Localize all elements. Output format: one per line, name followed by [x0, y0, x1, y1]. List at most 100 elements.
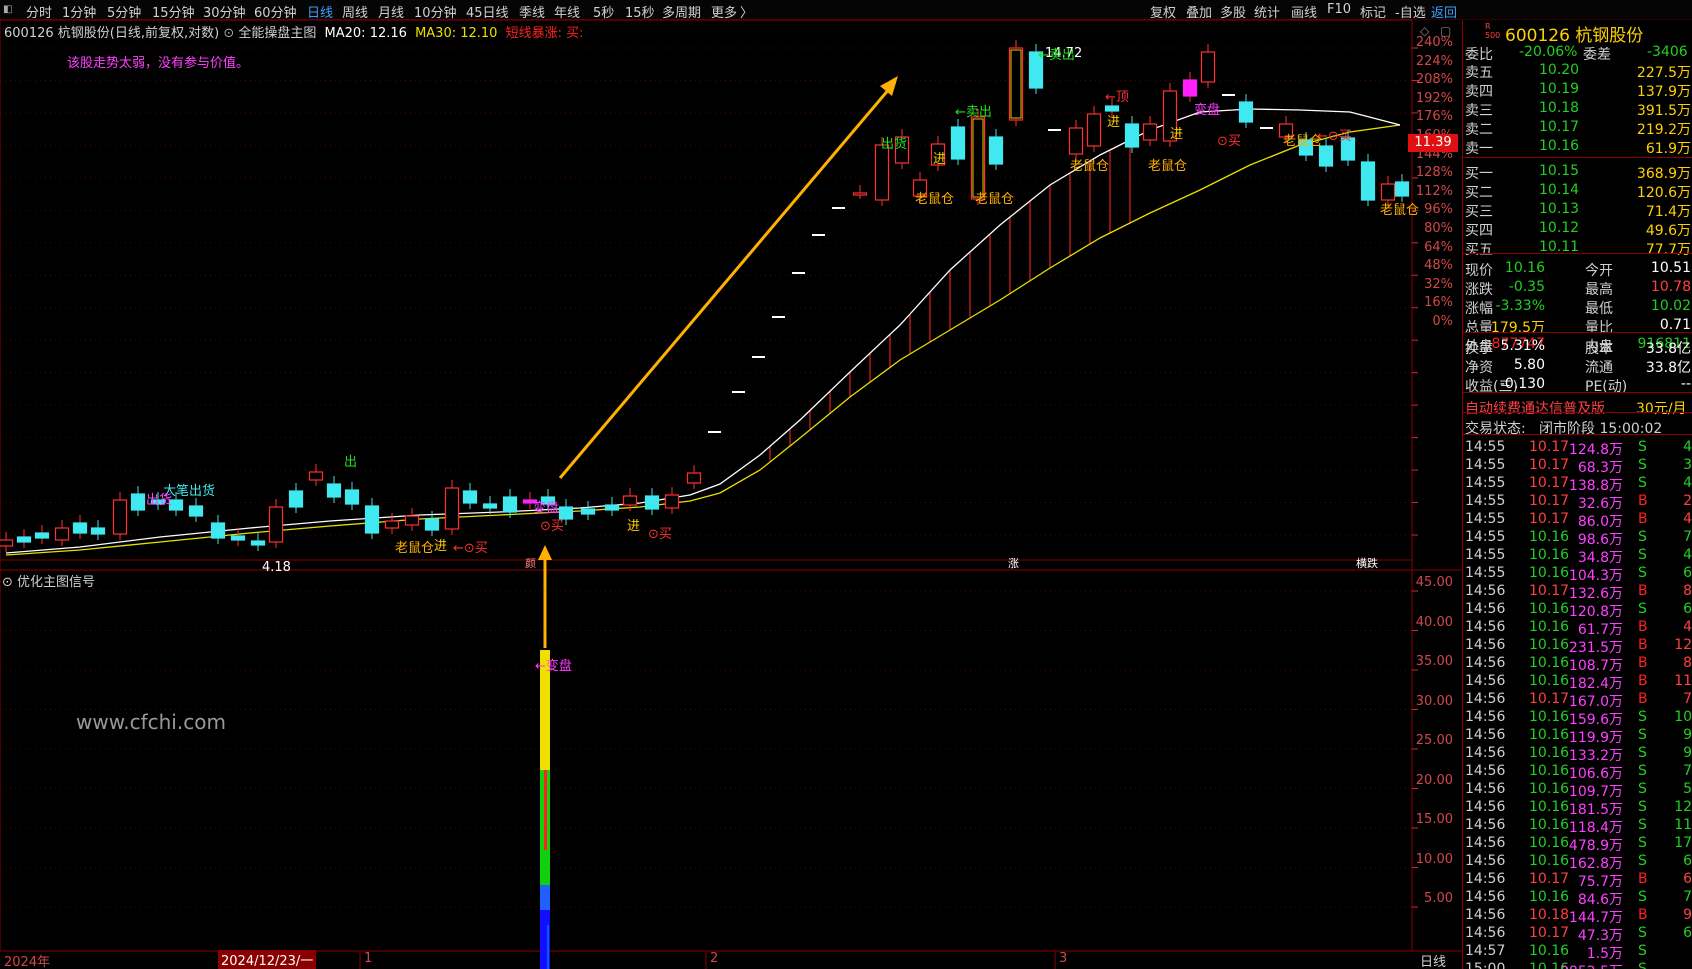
tick-price: 10.16 [1529, 673, 1570, 689]
indicator-icon[interactable]: ⊙ [223, 26, 234, 41]
tick-time: 14:56 [1465, 853, 1506, 869]
tick-list[interactable]: 14:5510.17124.8万S4414:5510.1768.3万S3614:… [1463, 439, 1692, 969]
stat-label: 股本 [1585, 341, 1613, 357]
bid-row: 买四 10.12 49.6万 [1463, 220, 1692, 239]
candle-body [1238, 101, 1254, 123]
enter-marker: 进 [627, 519, 640, 534]
ask-row: 卖三 10.18 391.5万 [1463, 100, 1692, 119]
buy-marker: ⊙买 [1217, 134, 1241, 149]
candle-body [288, 490, 304, 508]
tick-time: 14:56 [1465, 871, 1506, 887]
tick-count: 28 [1683, 493, 1692, 509]
candle-body [1068, 127, 1084, 155]
bid-price: 10.15 [1539, 163, 1580, 179]
candle-body [308, 471, 324, 481]
ad-row[interactable]: 自动续费通达信普及版 30元/月 [1463, 398, 1692, 418]
tick-side: S [1638, 565, 1647, 581]
tick-volume: 478.9万 [1568, 838, 1623, 854]
tick-side: S [1638, 817, 1647, 833]
tick-time: 14:56 [1465, 781, 1506, 797]
tick-volume: 132.6万 [1568, 586, 1623, 602]
ad-price[interactable]: 30元/月 [1636, 398, 1687, 418]
chart-area: ◇ ▢14.724.18←卖出←卖出←顶大笔出货出货出出货←⊙买⊙买⊙买⊙买 ←⊙买… [0, 19, 1462, 969]
bid-volume: 49.6万 [1645, 223, 1691, 239]
tick-side: S [1638, 781, 1647, 797]
tick-row: 14:56 10.16120.8万 S 63 [1463, 601, 1692, 620]
tick-volume: 231.5万 [1568, 640, 1623, 656]
price-axis-label: 48% [1424, 258, 1453, 274]
tick-row: 14:56 10.17 47.3万 S 68 [1463, 925, 1692, 944]
sub-axis-label: 20.00 [1415, 772, 1453, 788]
tick-side: S [1638, 943, 1647, 959]
stat-label: 换手 [1465, 341, 1493, 357]
tick-count: 41 [1683, 619, 1692, 635]
tick-volume: 104.3万 [1568, 568, 1623, 584]
tick-count: 92 [1683, 745, 1692, 761]
quote-symbol[interactable]: 600126 杭钢股份 [1505, 21, 1643, 46]
tick-time: 14:56 [1465, 691, 1506, 707]
candle-body [558, 506, 574, 520]
candle-body [344, 489, 360, 505]
tick-row: 14:56 10.16478.9万 S 172 [1463, 835, 1692, 854]
mouse-position-marker: 老鼠仓 [1148, 159, 1187, 174]
stat-label: PE(动) [1585, 379, 1628, 395]
tick-volume: 32.6万 [1577, 496, 1623, 512]
bid-price: 10.12 [1539, 220, 1580, 236]
tick-row: 14:56 10.16 61.7万 B 41 [1463, 619, 1692, 638]
tick-time: 14:55 [1465, 439, 1506, 455]
tick-count: 89 [1683, 655, 1692, 671]
tick-volume: 1.5万 [1586, 946, 1623, 962]
tick-price: 10.16 [1529, 763, 1570, 779]
period-switch-button[interactable]: 日线 [1420, 951, 1446, 969]
chart-mode: (日线,前复权,对数) [109, 26, 220, 41]
tick-side: B [1638, 583, 1648, 599]
enter-marker: 进 [434, 539, 447, 554]
candle-body [188, 505, 204, 517]
tick-time: 14:55 [1465, 547, 1506, 563]
tick-count: 105 [1674, 709, 1692, 725]
stock-chart-app: { "toolbar":{"periods":["分时","1分钟","5分钟"… [0, 0, 1692, 969]
tick-count: 120 [1674, 799, 1692, 815]
tick-time: 14:56 [1465, 583, 1506, 599]
stat-label: 今开 [1585, 263, 1613, 279]
ask-volume: 61.9万 [1645, 141, 1691, 157]
tick-price: 10.16 [1529, 619, 1570, 635]
mouse-position-marker: 老鼠仓 [395, 541, 434, 556]
ma20-label: MA20: 12.16 [324, 26, 407, 41]
quote-divider [1463, 253, 1692, 254]
tick-time: 14:56 [1465, 745, 1506, 761]
sub-panel-title-text: 优化主图信号 [17, 575, 96, 590]
short-surge-label: 短线暴涨: 买: [505, 26, 584, 41]
weibi-label: 委比 [1465, 47, 1493, 63]
tick-price: 10.18 [1529, 907, 1570, 923]
candle-body [1318, 145, 1334, 167]
candle-body [112, 499, 128, 535]
stat-value: -3.33% [1495, 298, 1545, 314]
ask-volume: 391.5万 [1636, 103, 1691, 119]
price-axis-label: 80% [1424, 221, 1453, 236]
tick-price: 10.16 [1529, 745, 1570, 761]
ma20-line [5, 108, 1401, 554]
tick-volume: 119.9万 [1568, 730, 1623, 746]
tick-time: 14:56 [1465, 835, 1506, 851]
signal-bar-blue [540, 885, 550, 910]
signal-bar-red [544, 770, 547, 850]
candle-body [950, 126, 966, 160]
weak-trend-note: 该股走势太弱，没有参与价值。 [67, 56, 250, 71]
tick-row: 14:55 10.17 86.0万 B 46 [1463, 511, 1692, 530]
candle-body [424, 518, 440, 531]
bid-row: 买一 10.15 368.9万 [1463, 163, 1692, 182]
candle-body [874, 144, 890, 201]
tick-side: S [1638, 529, 1647, 545]
indicator-name[interactable]: 全能操盘主图 [238, 26, 316, 41]
candle-body [326, 483, 342, 498]
tick-time: 14:56 [1465, 907, 1506, 923]
tick-volume: 133.2万 [1568, 748, 1623, 764]
tick-row: 14:56 10.17167.0万 B 78 [1463, 691, 1692, 710]
stat-label: 现价 [1465, 263, 1493, 279]
exchange-badge: R 500 [1485, 22, 1501, 40]
ad-text[interactable]: 自动续费通达信普及版 [1465, 398, 1605, 418]
quote-divider [1463, 434, 1692, 435]
bid-price: 10.14 [1539, 182, 1580, 198]
turn-sub-marker: ←变盘 [535, 658, 572, 674]
